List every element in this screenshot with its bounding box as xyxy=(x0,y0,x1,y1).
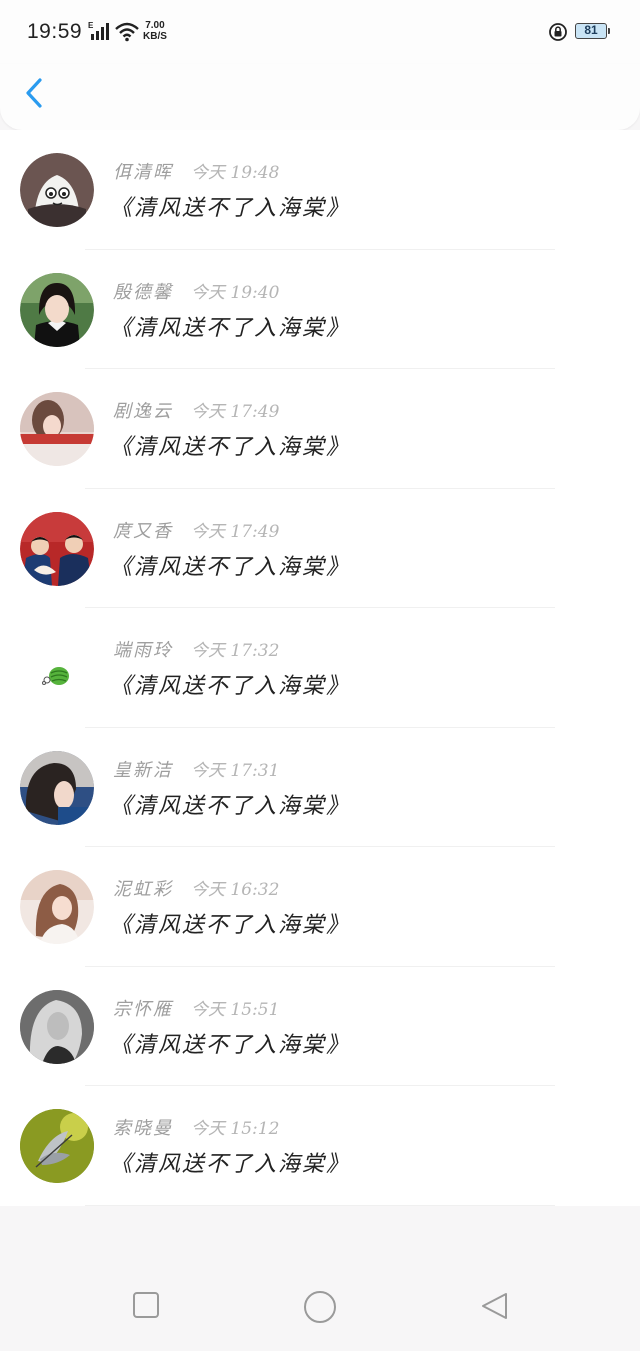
message-time: 今天 17:49 xyxy=(191,521,280,542)
sender-name: 端雨玲 xyxy=(113,640,173,661)
system-nav-bar xyxy=(0,1265,640,1351)
message-time: 今天 19:48 xyxy=(191,163,280,183)
avatar[interactable] xyxy=(20,1109,94,1183)
sender-name: 佴清晖 xyxy=(113,162,173,183)
sender-name: 皇新洁 xyxy=(113,759,173,781)
message-text: 《清风送不了入海棠》 xyxy=(110,913,351,938)
message-list: 佴清晖 今天 19:48 《清风送不了入海棠》 殷德馨 今天 19:40 《清风送不… xyxy=(0,130,640,1206)
message-text: 《清风送不了入海棠》 xyxy=(110,793,351,819)
home-button[interactable] xyxy=(303,1290,337,1328)
list-item[interactable]: 殷德馨 今天 19:40 《清风送不了入海棠》 xyxy=(0,249,640,369)
sender-name: 殷德馨 xyxy=(113,281,173,303)
message-meta: 佴清晖 今天 19:48 xyxy=(113,158,279,184)
message-time: 今天 17:32 xyxy=(191,641,280,661)
message-text: 《清风送不了入海棠》 xyxy=(110,1152,351,1177)
recent-apps-button[interactable] xyxy=(132,1291,160,1323)
message-time: 今天 15:12 xyxy=(191,1119,280,1139)
battery-level: 81 xyxy=(584,23,598,37)
message-meta: 殷德馨 今天 19:40 xyxy=(113,278,279,304)
list-item[interactable]: 剧逸云 今天 17:49 《清风送不了入海棠》 xyxy=(0,369,640,489)
sender-name: 庹又香 xyxy=(113,520,173,542)
message-meta: 端雨玲 今天 17:32 xyxy=(113,636,279,662)
message-meta: 剧逸云 今天 17:49 xyxy=(113,397,279,423)
avatar[interactable] xyxy=(20,511,94,586)
avatar[interactable] xyxy=(20,870,94,944)
message-meta: 索晓曼 今天 15:12 xyxy=(113,1114,279,1140)
signal-icon: E xyxy=(88,21,110,45)
system-back-button[interactable] xyxy=(479,1291,509,1325)
avatar[interactable] xyxy=(20,750,94,825)
battery-indicator: 81 xyxy=(575,23,607,39)
status-bar: 19:59 E 7.00 KB/S 81 xyxy=(0,0,640,64)
svg-text:E: E xyxy=(88,21,94,30)
triangle-back-icon xyxy=(482,1293,507,1319)
message-text: 《清风送不了入海棠》 xyxy=(110,315,351,341)
sender-name: 泥虹彩 xyxy=(113,879,173,900)
list-item[interactable]: 宗怀雁 今天 15:51 《清风送不了入海棠》 xyxy=(0,966,640,1086)
list-item[interactable]: 索晓曼 今天 15:12 《清风送不了入海棠》 xyxy=(0,1086,640,1206)
message-text: 《清风送不了入海棠》 xyxy=(110,674,351,699)
message-text: 《清风送不了入海棠》 xyxy=(110,196,351,221)
square-icon xyxy=(133,1292,159,1318)
wifi-icon xyxy=(114,22,140,46)
list-item[interactable]: 佴清晖 今天 19:48 《清风送不了入海棠》 xyxy=(0,130,640,250)
chevron-left-icon xyxy=(26,78,42,108)
message-text: 《清风送不了入海棠》 xyxy=(110,435,351,460)
list-item[interactable]: 庹又香 今天 17:49 《清风送不了入海棠》 xyxy=(0,488,640,608)
back-button[interactable] xyxy=(20,76,52,116)
message-meta: 宗怀雁 今天 15:51 xyxy=(113,995,279,1021)
status-time: 19:59 xyxy=(27,20,83,43)
network-speed: 7.00 KB/S xyxy=(143,20,167,42)
network-speed-unit: KB/S xyxy=(143,31,167,42)
top-nav-bar xyxy=(0,64,640,130)
message-text: 《清风送不了入海棠》 xyxy=(110,554,351,580)
message-time: 今天 16:32 xyxy=(191,880,280,900)
message-time: 今天 17:31 xyxy=(191,760,280,781)
list-item[interactable]: 皇新洁 今天 17:31 《清风送不了入海棠》 xyxy=(0,727,640,847)
network-speed-value: 7.00 xyxy=(145,20,165,31)
message-meta: 皇新洁 今天 17:31 xyxy=(113,756,279,782)
message-time: 今天 17:49 xyxy=(191,402,280,422)
rotation-lock-icon xyxy=(548,22,568,46)
message-time: 今天 19:40 xyxy=(191,282,280,303)
message-time: 今天 15:51 xyxy=(191,999,280,1020)
message-meta: 泥虹彩 今天 16:32 xyxy=(113,875,279,901)
battery-tip xyxy=(608,28,610,34)
avatar[interactable] xyxy=(20,392,94,466)
avatar[interactable] xyxy=(20,989,94,1064)
avatar[interactable] xyxy=(20,153,94,227)
list-item[interactable]: 泥虹彩 今天 16:32 《清风送不了入海棠》 xyxy=(0,847,640,967)
circle-icon xyxy=(304,1291,336,1323)
message-meta: 庹又香 今天 17:49 xyxy=(113,517,279,543)
list-item[interactable]: 端雨玲 今天 17:32 《清风送不了入海棠》 xyxy=(0,608,640,728)
sender-name: 宗怀雁 xyxy=(113,998,173,1020)
sender-name: 索晓曼 xyxy=(113,1118,173,1139)
sender-name: 剧逸云 xyxy=(113,401,173,422)
avatar[interactable] xyxy=(20,631,94,705)
message-text: 《清风送不了入海棠》 xyxy=(110,1032,351,1058)
avatar[interactable] xyxy=(20,272,94,347)
